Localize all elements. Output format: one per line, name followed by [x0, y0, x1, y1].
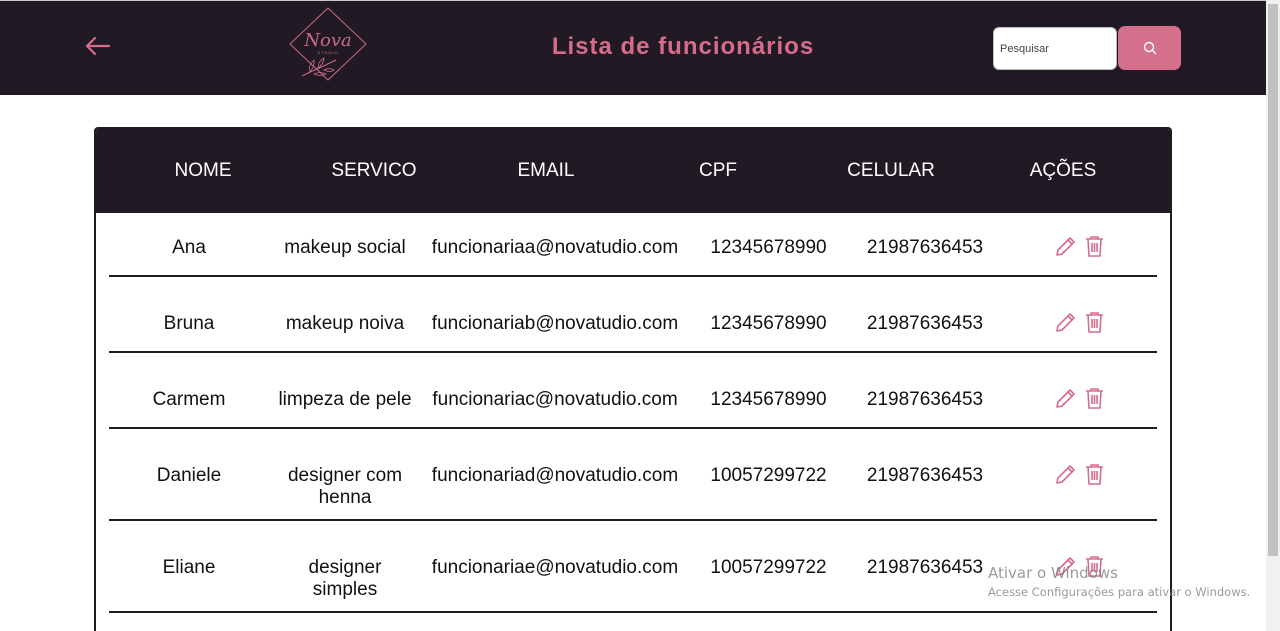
column-header-cpf: CPF	[699, 160, 737, 181]
table-row: Ana makeup social funcionariaa@novatudio…	[109, 213, 1157, 277]
page-title: Lista de funcionários	[551, 33, 815, 60]
search-input[interactable]	[993, 27, 1117, 70]
edit-button[interactable]	[1053, 234, 1078, 259]
cell-email: funcionariab@novatudio.com	[431, 313, 679, 334]
column-header-email: EMAIL	[517, 160, 575, 181]
delete-button[interactable]	[1082, 462, 1107, 487]
column-header-celular: CELULAR	[847, 160, 935, 181]
arrow-left-icon	[85, 36, 111, 56]
scrollbar-thumb[interactable]	[1268, 4, 1278, 556]
cell-cpf: 12345678990	[710, 313, 827, 334]
cell-email: funcionariae@novatudio.com	[431, 557, 679, 578]
windows-activation-title: Ativar o Windows	[988, 564, 1118, 582]
column-header-nome: NOME	[174, 160, 232, 181]
table-row: Carmem limpeza de pele funcionariac@nova…	[109, 353, 1157, 429]
row-actions	[1053, 462, 1107, 487]
row-actions	[1053, 310, 1107, 335]
cell-cpf: 10057299722	[710, 557, 827, 578]
trash-icon	[1086, 236, 1103, 257]
edit-button[interactable]	[1053, 386, 1078, 411]
cell-celular: 21987636453	[866, 237, 984, 258]
cell-nome: Bruna	[163, 313, 215, 334]
cell-nome: Carmem	[152, 389, 226, 410]
logo-subtext: STUDIO	[317, 50, 339, 55]
cell-celular: 21987636453	[866, 465, 984, 486]
cell-email: funcionariad@novatudio.com	[431, 465, 679, 486]
cell-nome: Daniele	[156, 465, 222, 486]
search-icon	[1143, 41, 1156, 55]
pencil-icon	[1056, 465, 1075, 484]
cell-email: funcionariac@novatudio.com	[432, 389, 678, 410]
table-row: Daniele designer com henna funcionariad@…	[109, 429, 1157, 521]
back-button[interactable]	[84, 33, 112, 59]
cell-servico: designer simples	[308, 557, 382, 600]
table-row: Bruna makeup noiva funcionariab@novatudi…	[109, 277, 1157, 353]
pencil-icon	[1056, 389, 1075, 408]
cell-celular: 21987636453	[866, 389, 984, 410]
cell-servico: designer com henna	[287, 465, 403, 508]
column-header-servico: SERVICO	[331, 160, 417, 181]
delete-button[interactable]	[1082, 234, 1107, 259]
trash-icon	[1086, 312, 1103, 333]
row-actions	[1053, 234, 1107, 259]
pencil-icon	[1056, 237, 1075, 256]
cell-email: funcionariaa@novatudio.com	[431, 237, 679, 258]
delete-button[interactable]	[1082, 310, 1107, 335]
search-button[interactable]	[1118, 26, 1181, 70]
row-actions	[1053, 386, 1107, 411]
cell-celular: 21987636453	[866, 557, 984, 578]
cell-nome: Eliane	[162, 557, 216, 578]
table-header: NOME SERVICO EMAIL CPF CELULAR AÇÕES	[96, 129, 1170, 213]
trash-icon	[1086, 464, 1103, 485]
cell-servico: makeup noiva	[285, 313, 405, 334]
cell-cpf: 12345678990	[710, 237, 827, 258]
row-divider	[109, 611, 1157, 613]
cell-servico: makeup social	[284, 237, 406, 258]
cell-cpf: 10057299722	[710, 465, 827, 486]
cell-cpf: 12345678990	[710, 389, 827, 410]
logo-text: Nova	[304, 30, 352, 51]
edit-button[interactable]	[1053, 462, 1078, 487]
column-header-acoes: AÇÕES	[1029, 160, 1097, 181]
cell-servico: limpeza de pele	[278, 389, 412, 410]
cell-celular: 21987636453	[866, 313, 984, 334]
windows-activation-subtitle: Acesse Configurações para ativar o Windo…	[988, 585, 1251, 599]
employees-table: NOME SERVICO EMAIL CPF CELULAR AÇÕES Ana…	[94, 127, 1172, 631]
edit-button[interactable]	[1053, 310, 1078, 335]
pencil-icon	[1056, 313, 1075, 332]
trash-icon	[1086, 388, 1103, 409]
delete-button[interactable]	[1082, 386, 1107, 411]
cell-nome: Ana	[172, 237, 206, 258]
